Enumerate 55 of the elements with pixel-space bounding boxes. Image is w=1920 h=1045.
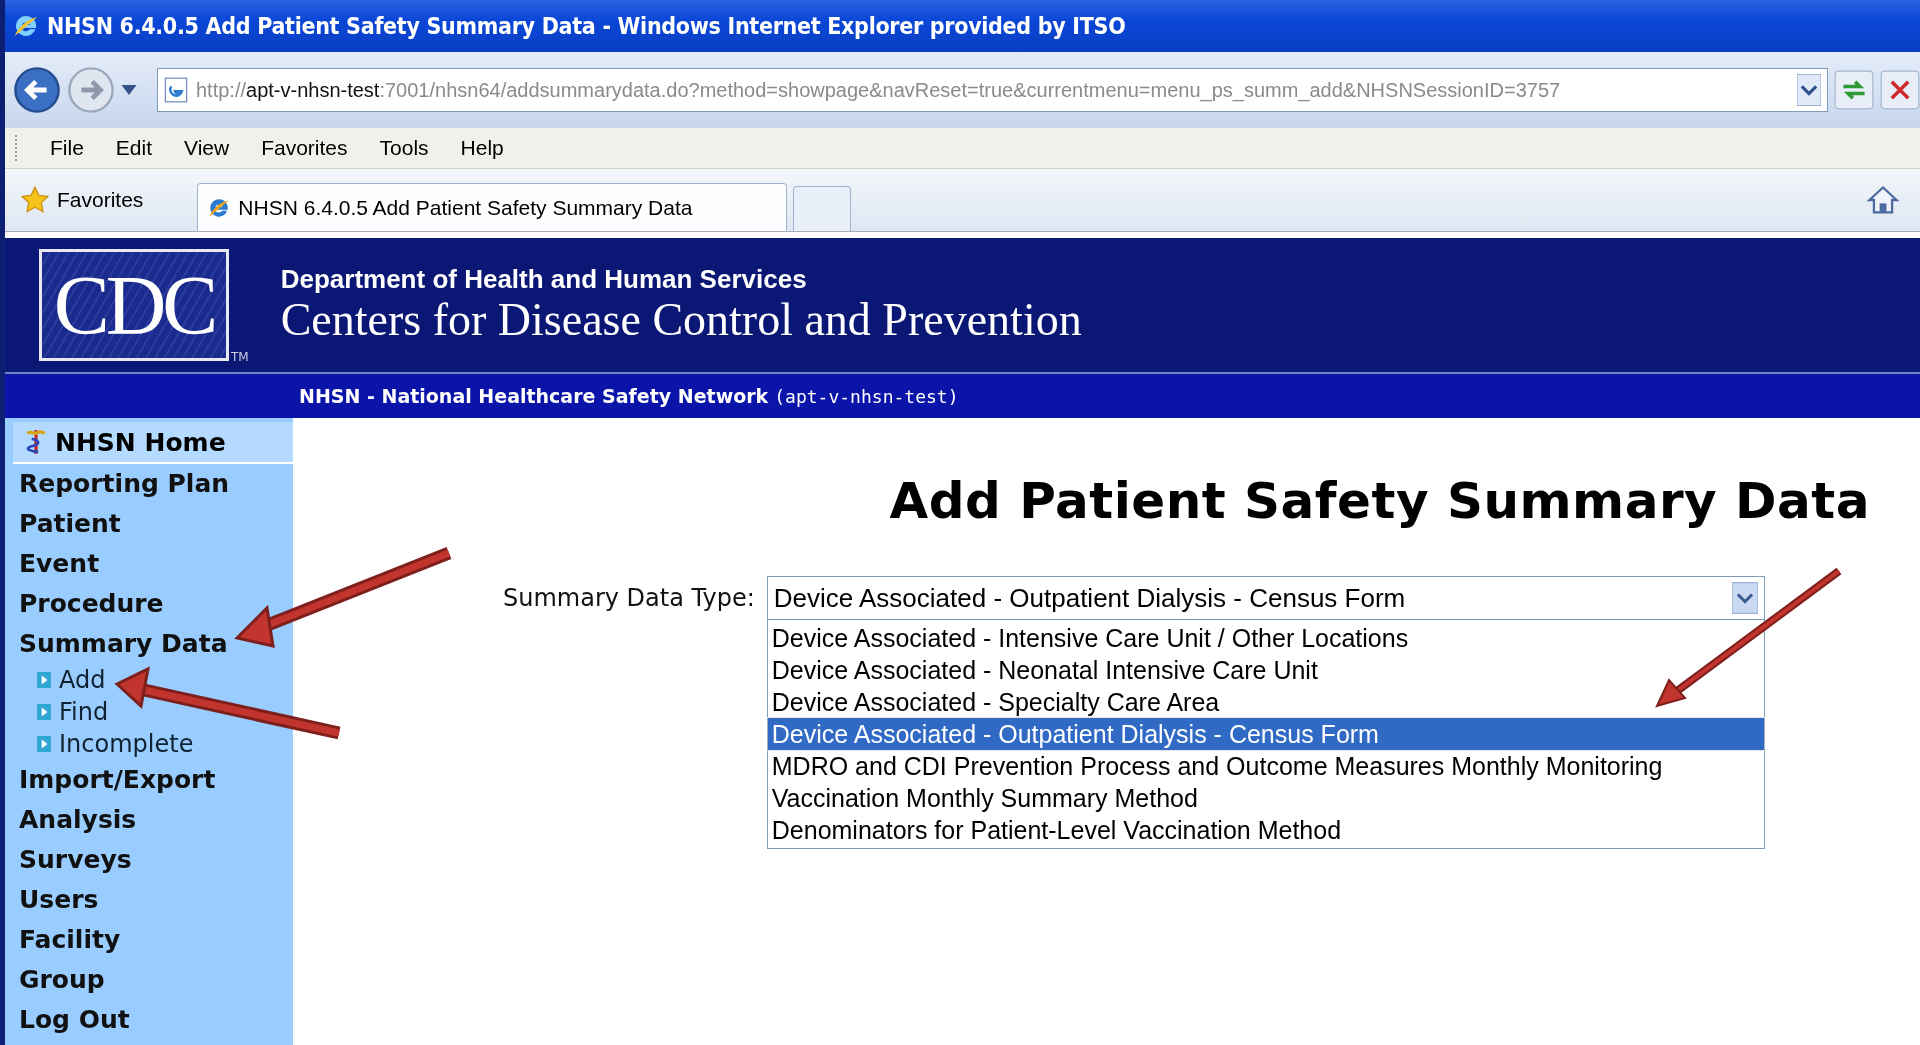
dropdown-option[interactable]: Denominators for Patient-Level Vaccination Method <box>767 814 1764 846</box>
dropdown-option[interactable]: Vaccination Monthly Summary Method <box>767 782 1764 814</box>
caret-icon[interactable] <box>121 85 137 95</box>
sidebar-item[interactable]: Import/Export <box>5 760 293 800</box>
dropdown-option[interactable]: MDRO and CDI Prevention Process and Outcome Measures Monthly Monitoring <box>767 750 1764 782</box>
server-name: (apt-v-nhsn-test) <box>774 385 959 407</box>
address-field[interactable]: http://apt-v-nhsn-test:7001/nhsn64/addsummarydata.do?method=showpage&navReset=true&currentmenu=menu_ps_summ_add&NHSNSessionID=3757 <box>157 68 1828 112</box>
sidebar-item[interactable]: Analysis <box>5 800 293 840</box>
menu-item[interactable]: View <box>168 136 246 160</box>
back-icon[interactable] <box>13 66 61 114</box>
dropdown-option[interactable]: Device Associated - Intensive Care Unit / Other Locations <box>767 622 1764 654</box>
sidebar-item[interactable]: Patient <box>5 504 293 544</box>
star-icon <box>21 186 49 214</box>
stop-icon[interactable] <box>1880 70 1920 110</box>
sidebar-subitem[interactable]: Find <box>5 696 293 728</box>
sidebar-item[interactable]: Summary Data <box>5 624 293 664</box>
menu-item[interactable]: File <box>34 136 100 160</box>
agency-name: Centers for Disease Control and Prevention <box>280 295 1082 346</box>
browser-tab[interactable]: NHSN 6.4.0.5 Add Patient Safety Summary Data <box>197 183 788 231</box>
menu-item[interactable]: Help <box>444 136 520 160</box>
trademark-mark: TM <box>231 350 249 364</box>
sidebar-item[interactable]: Group <box>5 960 293 1000</box>
dropdown-option[interactable]: Device Associated - Neonatal Intensive Care Unit <box>767 654 1764 686</box>
caduceus-icon <box>25 428 47 456</box>
refresh-icon[interactable] <box>1834 70 1874 110</box>
network-name: NHSN - National Healthcare Safety Network <box>299 385 769 407</box>
page-title: Add Patient Safety Summary Data <box>888 472 1870 530</box>
dropdown-option[interactable]: Device Associated - Outpatient Dialysis - Census Form <box>767 718 1764 750</box>
field-label: Summary Data Type: <box>503 583 755 612</box>
menu-item[interactable]: Tools <box>363 136 445 160</box>
url-text: http:// <box>196 78 247 101</box>
menu-item[interactable]: Edit <box>99 136 169 160</box>
sidebar-item[interactable]: Log Out <box>5 1000 293 1040</box>
sidebar-item[interactable]: Procedure <box>5 584 293 624</box>
department-name: Department of Health and Human Services <box>280 264 808 296</box>
url-text: apt-v-nhsn-test <box>246 78 380 101</box>
dropdown-icon[interactable] <box>1797 74 1821 106</box>
sidebar-subitem[interactable]: Incomplete <box>5 728 293 760</box>
dropdown-option[interactable]: Device Associated - Specialty Care Area <box>767 686 1764 718</box>
sidebar-item[interactable]: Reporting Plan <box>5 464 293 504</box>
home-icon[interactable] <box>1866 183 1900 217</box>
url-text: :7001/nhsn64/addsummarydata.do?method=showpage&navReset=true&currentmenu=menu_ps_summ_add&NHSNSessionID=3757 <box>379 78 1561 101</box>
favorites-button[interactable]: Favorites <box>15 185 150 215</box>
home-link[interactable]: NHSN Home <box>13 422 293 464</box>
menu-item[interactable]: Favorites <box>245 136 364 160</box>
page-icon <box>164 77 188 103</box>
sidebar-item[interactable]: Users <box>5 880 293 920</box>
sidebar-item[interactable]: Event <box>5 544 293 584</box>
sidebar-item[interactable]: Facility <box>5 920 293 960</box>
sidebar-subitem[interactable]: Add <box>5 664 293 696</box>
sidebar-item[interactable]: Surveys <box>5 840 293 880</box>
dropdown-icon[interactable] <box>1731 582 1758 614</box>
window-title: NHSN 6.4.0.5 Add Patient Safety Summary Data - Windows Internet Explorer provided by ITSO <box>47 13 1126 39</box>
cdc-logo: CDC <box>39 249 229 361</box>
select-field[interactable]: Device Associated - Outpatient Dialysis - Census Form <box>766 576 1765 620</box>
